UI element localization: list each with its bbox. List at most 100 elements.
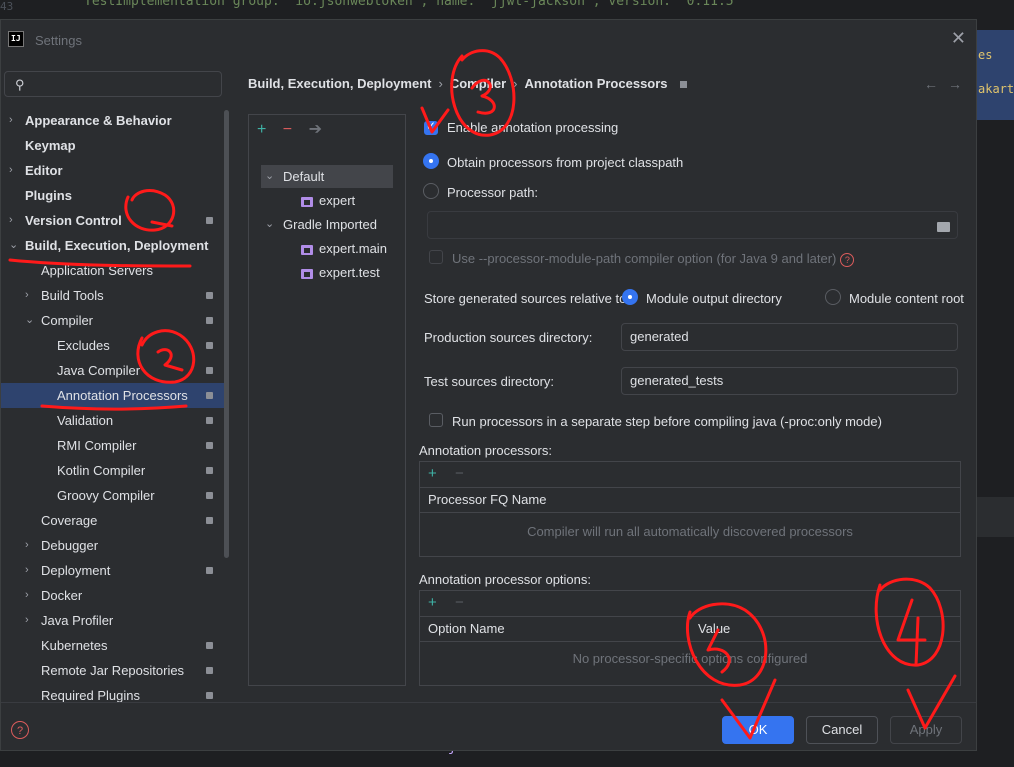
sidebar-item-java-profiler[interactable]: › Java Profiler — [1, 608, 229, 633]
project-level-icon — [206, 292, 213, 299]
chevron-right-icon[interactable]: › — [25, 558, 29, 583]
sidebar-item-debugger[interactable]: › Debugger — [1, 533, 229, 558]
help-icon[interactable]: ? — [840, 252, 855, 267]
dialog-footer: ? OK Cancel Apply — [1, 702, 976, 752]
sidebar-item-label: Docker — [41, 588, 83, 603]
project-level-icon — [206, 467, 213, 474]
sidebar-item-docker[interactable]: › Docker — [1, 583, 229, 608]
project-level-icon — [206, 317, 213, 324]
sidebar-item-label: Build, Execution, Deployment — [25, 238, 209, 253]
processors-empty-text: Compiler will run all automatically disc… — [527, 524, 853, 539]
project-level-icon — [206, 417, 213, 424]
sidebar-item-build-execution-deployment[interactable]: ⌄ Build, Execution, Deployment — [1, 233, 229, 258]
add-processor-icon[interactable]: + — [428, 465, 437, 482]
sidebar-item-editor[interactable]: › Editor — [1, 158, 229, 183]
settings-search-input[interactable]: ⚲ — [4, 71, 222, 97]
processor-path-input[interactable] — [427, 211, 958, 239]
sidebar-scrollbar[interactable] — [224, 110, 229, 558]
profile-label: Default — [283, 169, 325, 184]
sidebar-item-excludes[interactable]: Excludes — [1, 333, 229, 358]
close-icon[interactable]: ✕ — [951, 28, 966, 49]
breadcrumb-item-compiler[interactable]: Compiler — [450, 76, 506, 91]
sidebar-item-rmi-compiler[interactable]: RMI Compiler — [1, 433, 229, 458]
profile-item-expert[interactable]: expert — [301, 189, 355, 212]
project-level-icon — [206, 367, 213, 374]
sidebar-item-deployment[interactable]: › Deployment — [1, 558, 229, 583]
column-processor-fq-name[interactable]: Processor FQ Name — [428, 488, 546, 512]
enable-annotation-processing-checkbox[interactable] — [424, 119, 438, 135]
project-level-icon — [206, 692, 213, 699]
sidebar-item-compiler[interactable]: ⌄ Compiler — [1, 308, 229, 333]
module-output-dir-radio[interactable] — [622, 289, 638, 305]
chevron-down-icon[interactable]: ⌄ — [25, 308, 34, 333]
add-profile-icon[interactable]: + — [257, 121, 266, 138]
column-value[interactable]: Value — [698, 617, 730, 641]
breadcrumb-item-build[interactable]: Build, Execution, Deployment — [248, 76, 431, 91]
chevron-right-icon[interactable]: › — [25, 283, 29, 308]
sidebar-item-plugins[interactable]: Plugins — [1, 183, 229, 208]
module-content-root-radio[interactable] — [825, 289, 841, 305]
sidebar-item-kotlin-compiler[interactable]: Kotlin Compiler — [1, 458, 229, 483]
store-generated-label: Store generated sources relative to: — [424, 291, 630, 306]
sidebar-item-keymap[interactable]: Keymap — [1, 133, 229, 158]
remove-processor-icon[interactable]: − — [455, 465, 464, 482]
run-separate-step-checkbox[interactable] — [429, 413, 443, 427]
breadcrumb-separator: › — [438, 76, 443, 91]
sidebar-item-application-servers[interactable]: Application Servers — [1, 258, 229, 283]
profile-item-expert-test[interactable]: expert.test — [301, 261, 380, 284]
remove-profile-icon[interactable]: − — [283, 121, 292, 138]
project-level-icon — [206, 492, 213, 499]
annotation-processors-table: + − Processor FQ Name Compiler will run … — [419, 461, 961, 557]
sidebar-item-validation[interactable]: Validation — [1, 408, 229, 433]
sidebar-item-groovy-compiler[interactable]: Groovy Compiler — [1, 483, 229, 508]
sidebar-item-label: Java Compiler — [57, 363, 141, 378]
profile-item-default[interactable]: ⌄ Default — [261, 165, 393, 188]
chevron-right-icon[interactable]: › — [25, 533, 29, 558]
back-arrow-icon[interactable]: ← — [924, 76, 948, 92]
chevron-right-icon[interactable]: › — [9, 158, 13, 183]
remove-option-icon[interactable]: − — [455, 594, 464, 611]
processor-path-radio[interactable] — [423, 183, 439, 199]
chevron-right-icon[interactable]: › — [25, 608, 29, 633]
browse-folder-icon[interactable] — [937, 222, 950, 232]
help-button[interactable]: ? — [11, 721, 29, 739]
processor-options-title: Annotation processor options: — [419, 572, 591, 587]
sidebar-item-label: Kubernetes — [41, 638, 108, 653]
sidebar-item-java-compiler[interactable]: Java Compiler — [1, 358, 229, 383]
use-module-path-checkbox[interactable] — [429, 250, 443, 264]
cancel-button[interactable]: Cancel — [806, 716, 878, 744]
sidebar-item-annotation-processors[interactable]: Annotation Processors — [1, 383, 229, 408]
test-sources-input[interactable]: generated_tests — [621, 367, 958, 395]
titlebar[interactable]: IJ Settings ✕ — [1, 20, 976, 60]
forward-arrow-icon[interactable]: → — [948, 76, 972, 92]
sidebar-item-kubernetes[interactable]: Kubernetes — [1, 633, 229, 658]
profile-label: expert.test — [319, 265, 380, 280]
sidebar-item-label: RMI Compiler — [57, 438, 137, 453]
sidebar-item-coverage[interactable]: Coverage — [1, 508, 229, 533]
add-option-icon[interactable]: + — [428, 594, 437, 611]
sidebar-item-appearance-behavior[interactable]: › Appearance & Behavior — [1, 108, 229, 133]
sidebar-item-build-tools[interactable]: › Build Tools — [1, 283, 229, 308]
chevron-right-icon[interactable]: › — [9, 108, 13, 133]
profile-item-gradle-imported[interactable]: ⌄ Gradle Imported — [261, 213, 393, 236]
apply-button[interactable]: Apply — [890, 716, 962, 744]
profile-item-expert-main[interactable]: expert.main — [301, 237, 387, 260]
chevron-down-icon: ⌄ — [265, 218, 275, 230]
sidebar-item-remote-jar-repositories[interactable]: Remote Jar Repositories — [1, 658, 229, 683]
processors-table-header: Processor FQ Name — [420, 487, 960, 513]
sidebar-item-label: Keymap — [25, 138, 76, 153]
breadcrumb: Build, Execution, Deployment › Compiler › An… — [248, 76, 687, 91]
ok-button[interactable]: OK — [722, 716, 794, 744]
editor-right-selection: es akart — [976, 30, 1014, 120]
chevron-right-icon[interactable]: › — [9, 208, 13, 233]
sidebar-item-label: Debugger — [41, 538, 99, 553]
chevron-down-icon[interactable]: ⌄ — [9, 233, 18, 258]
project-level-icon — [206, 217, 213, 224]
column-option-name[interactable]: Option Name — [428, 617, 505, 641]
sidebar-item-version-control[interactable]: › Version Control — [1, 208, 229, 233]
production-sources-input[interactable]: generated — [621, 323, 958, 351]
editor-gutter: 43 — [0, 0, 14, 13]
chevron-right-icon[interactable]: › — [25, 583, 29, 608]
obtain-classpath-radio[interactable] — [423, 153, 439, 169]
move-profile-icon[interactable]: ➔ — [309, 121, 322, 138]
